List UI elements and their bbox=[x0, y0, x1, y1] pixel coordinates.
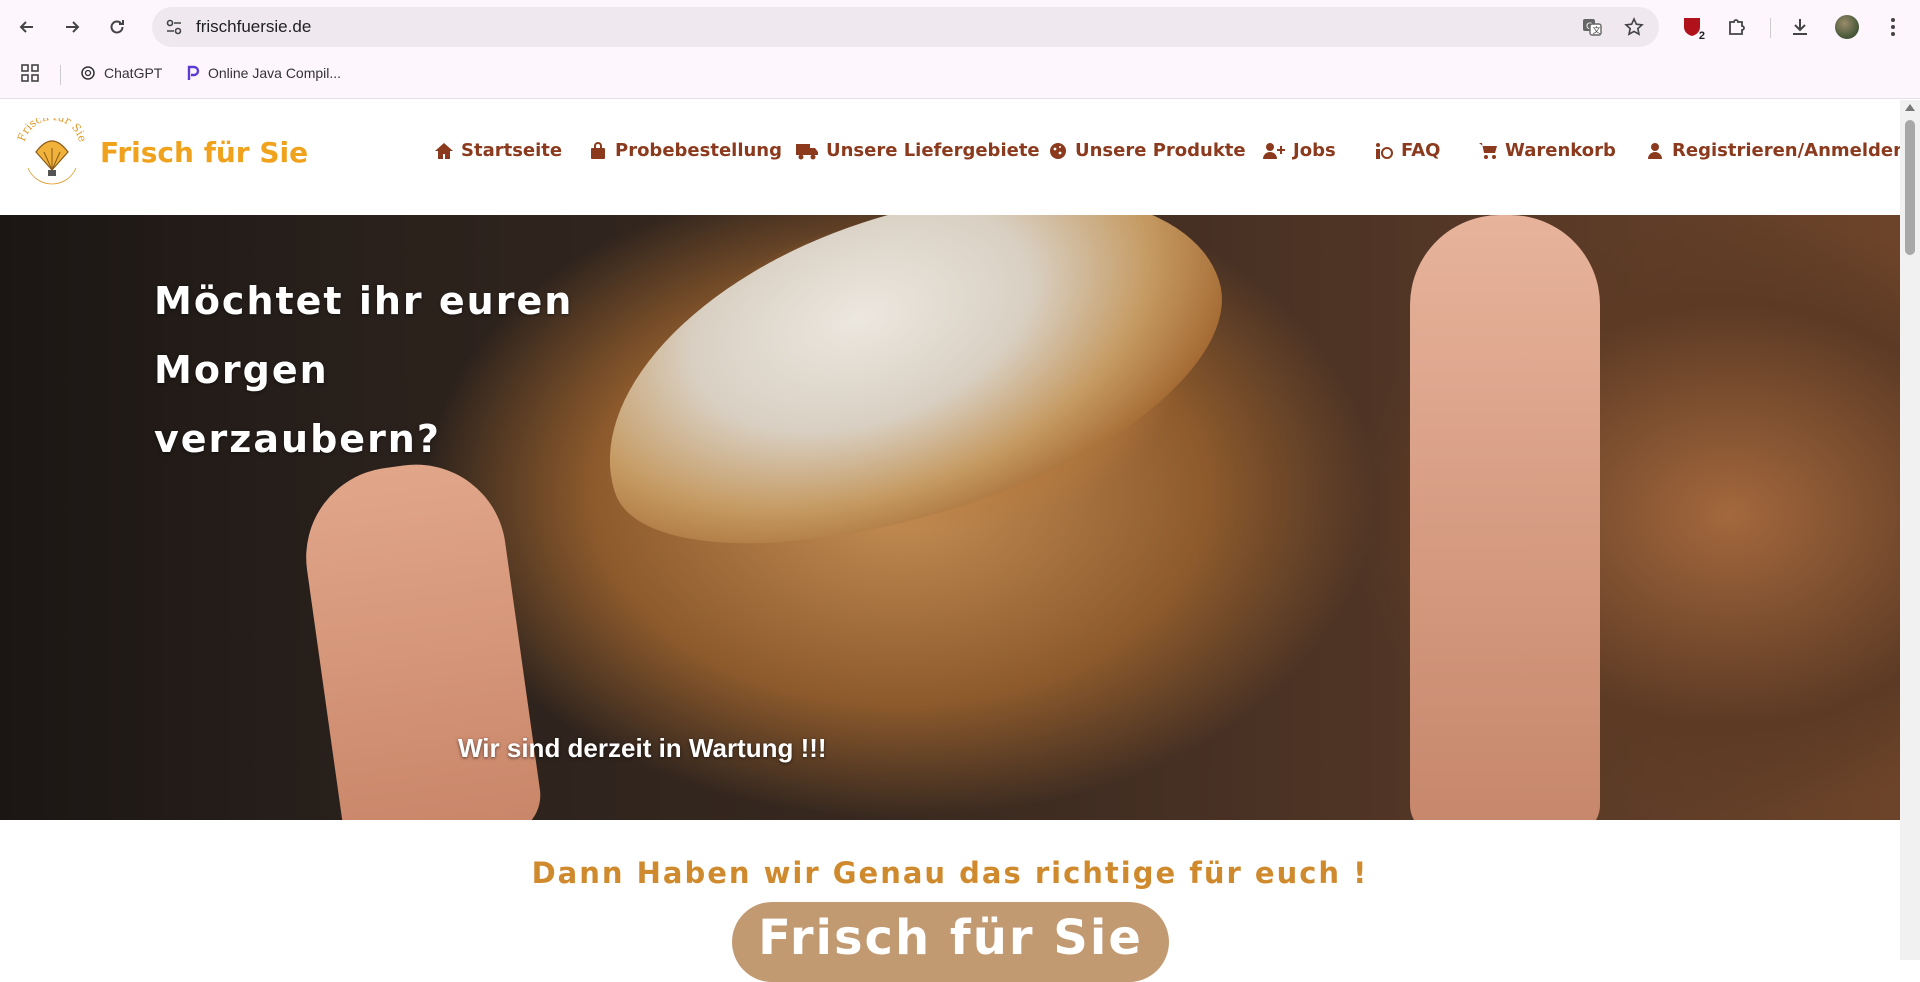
cookie-icon bbox=[1048, 141, 1068, 161]
apps-button[interactable] bbox=[20, 59, 40, 87]
browser-chrome: frischfuersie.de G文 2 ChatGPT Online Jav… bbox=[0, 0, 1920, 99]
brand-logo[interactable]: Frisch für Sie bbox=[16, 118, 88, 190]
hero-title-line: Möchtet ihr euren bbox=[154, 279, 574, 323]
bookmarks-bar: ChatGPT Online Java Compil... bbox=[0, 55, 1920, 91]
bookmark-label: ChatGPT bbox=[104, 65, 163, 81]
nav-warenkorb[interactable]: Warenkorb bbox=[1478, 140, 1616, 161]
nav-produkte[interactable]: Unsere Produkte bbox=[1048, 140, 1246, 161]
hero-bread-image bbox=[559, 215, 1261, 607]
bookmark-java-compiler[interactable]: Online Java Compil... bbox=[186, 59, 341, 87]
extension-shield-button[interactable]: 2 bbox=[1677, 12, 1707, 42]
profile-avatar[interactable] bbox=[1835, 15, 1859, 39]
translate-button[interactable]: G文 bbox=[1580, 15, 1604, 39]
hero-title-line: Morgen bbox=[154, 348, 329, 392]
info-person-icon bbox=[1374, 141, 1394, 161]
hero-hand-right bbox=[1410, 215, 1600, 820]
home-icon bbox=[434, 141, 454, 161]
nav-jobs[interactable]: Jobs bbox=[1262, 140, 1336, 161]
scroll-up-arrow[interactable] bbox=[1905, 104, 1915, 111]
toolbar-divider bbox=[1770, 18, 1771, 38]
kebab-menu-icon bbox=[1891, 18, 1895, 36]
user-icon bbox=[1645, 141, 1665, 161]
hero-title-line: verzaubern? bbox=[154, 417, 441, 461]
bookmarks-divider bbox=[60, 65, 61, 85]
nav-label: FAQ bbox=[1401, 140, 1441, 161]
extension-badge: 2 bbox=[1698, 30, 1705, 42]
nav-label: Unsere Produkte bbox=[1075, 140, 1246, 161]
nav-registrieren-anmelden[interactable]: Registrieren/Anmelden bbox=[1645, 140, 1906, 161]
extensions-button[interactable] bbox=[1722, 12, 1752, 42]
brand-name[interactable]: Frisch für Sie bbox=[100, 136, 308, 169]
nav-label: Unsere Liefergebiete bbox=[826, 140, 1040, 161]
nav-label: Probebestellung bbox=[615, 140, 783, 161]
cart-icon bbox=[1478, 141, 1498, 161]
hero-title: Möchtet ihr euren Morgen verzaubern? bbox=[154, 267, 594, 474]
star-icon bbox=[1624, 17, 1644, 36]
cta-button[interactable]: Frisch für Sie bbox=[732, 902, 1169, 982]
nav-label: Jobs bbox=[1293, 140, 1336, 161]
address-bar[interactable]: frischfuersie.de G文 bbox=[152, 7, 1659, 47]
back-button[interactable] bbox=[10, 10, 44, 44]
scroll-thumb[interactable] bbox=[1905, 120, 1915, 255]
forward-button[interactable] bbox=[55, 10, 89, 44]
hero-banner: Möchtet ihr euren Morgen verzaubern? Wir… bbox=[0, 215, 1900, 820]
tune-icon bbox=[166, 19, 182, 35]
hero-hand-left bbox=[294, 452, 546, 820]
arrow-right-icon bbox=[66, 21, 80, 33]
truck-icon bbox=[795, 141, 819, 161]
reload-button[interactable] bbox=[100, 10, 134, 44]
nav-label: Startseite bbox=[461, 140, 563, 161]
url-text[interactable]: frischfuersie.de bbox=[196, 17, 311, 37]
user-plus-icon bbox=[1262, 141, 1286, 161]
nav-probebestellung[interactable]: Probebestellung bbox=[588, 140, 782, 161]
tagline: Dann Haben wir Genau das richtige für eu… bbox=[531, 856, 1369, 890]
nav-label: Warenkorb bbox=[1505, 140, 1616, 161]
openai-icon bbox=[81, 66, 95, 80]
nav-faq[interactable]: FAQ bbox=[1374, 140, 1440, 161]
maintenance-notice: Wir sind derzeit in Wartung !!! bbox=[458, 733, 827, 763]
svg-text:Frisch für Sie: Frisch für Sie bbox=[16, 118, 88, 143]
downloads-button[interactable] bbox=[1785, 12, 1815, 42]
bookmark-label: Online Java Compil... bbox=[208, 65, 342, 81]
apps-grid-icon bbox=[21, 64, 39, 82]
reload-icon bbox=[110, 20, 124, 34]
puzzle-icon bbox=[1729, 19, 1745, 35]
browser-menu-button[interactable] bbox=[1878, 12, 1908, 42]
nav-label: Registrieren/Anmelden bbox=[1672, 140, 1906, 161]
download-icon bbox=[1793, 19, 1807, 35]
arrow-left-icon bbox=[19, 21, 33, 33]
translate-icon: G文 bbox=[1583, 19, 1602, 36]
p-logo-icon bbox=[187, 65, 200, 80]
nav-startseite[interactable]: Startseite bbox=[434, 140, 562, 161]
bookmark-star-button[interactable] bbox=[1622, 15, 1646, 39]
bookmark-chatgpt[interactable]: ChatGPT bbox=[80, 59, 162, 87]
svg-text:文: 文 bbox=[1593, 25, 1601, 35]
bag-icon bbox=[588, 141, 608, 161]
site-header: Frisch für Sie Frisch für Sie Startseite… bbox=[0, 100, 1906, 215]
nav-liefergebiete[interactable]: Unsere Liefergebiete bbox=[795, 140, 1040, 161]
site-info-button[interactable] bbox=[162, 15, 186, 39]
page-scrollbar[interactable] bbox=[1900, 100, 1920, 960]
